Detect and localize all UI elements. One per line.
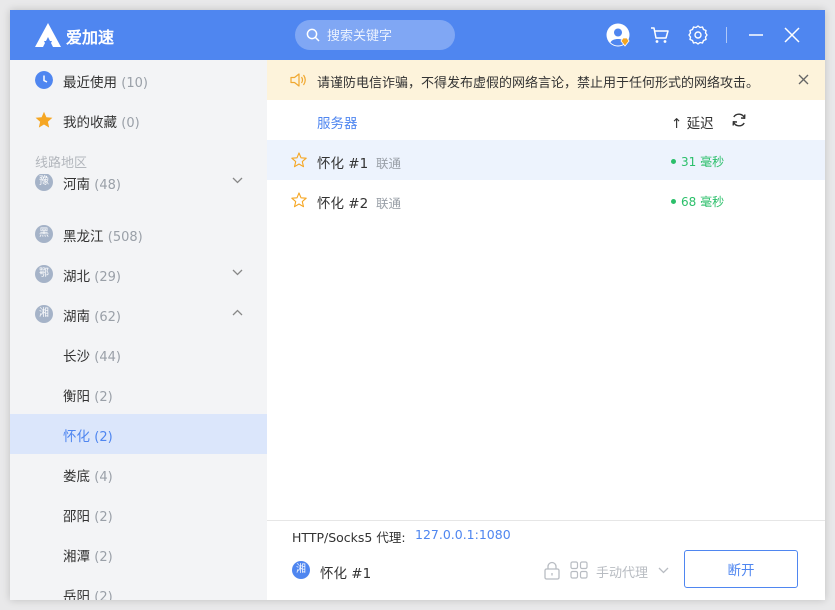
sidebar-item-heilongjiang[interactable]: 黑 黑龙江 (508) (10, 214, 267, 254)
close-icon[interactable] (780, 23, 804, 47)
cart-icon[interactable] (648, 23, 672, 47)
sidebar-item-yueyang[interactable]: 岳阳 (2) (10, 574, 267, 600)
sidebar-item-label: 我的收藏 (63, 115, 117, 131)
sidebar-item-label: 湖南 (63, 309, 90, 325)
current-region-badge: 湘 (292, 561, 310, 579)
sidebar-item-label: 黑龙江 (63, 229, 104, 245)
sidebar-item-count: (2) (94, 550, 113, 565)
sidebar-item-label: 邵阳 (63, 509, 90, 525)
latency-dot-icon (671, 159, 676, 164)
sidebar-item-shaoyang[interactable]: 邵阳 (2) (10, 494, 267, 534)
sidebar-item-label: 长沙 (63, 349, 90, 365)
sidebar-item-henan[interactable]: 豫 河南 (48) (10, 174, 267, 194)
server-name: 怀化 #1 (317, 156, 369, 172)
column-latency-sort[interactable]: ↑ 延迟 (671, 112, 714, 132)
clock-icon (35, 71, 53, 89)
disconnect-button[interactable]: 断开 (684, 550, 798, 588)
chevron-down-icon[interactable] (658, 567, 669, 574)
connection-footer: HTTP/Socks5 代理: 127.0.0.1:1080 湘 怀化 #1 手… (267, 520, 825, 600)
sidebar-item-label: 岳阳 (63, 589, 90, 600)
sidebar-item-changsha[interactable]: 长沙 (44) (10, 334, 267, 374)
server-name: 怀化 #2 (317, 196, 369, 212)
sidebar-item-count: (2) (94, 510, 113, 525)
search-input[interactable] (325, 26, 449, 46)
server-isp: 联通 (376, 196, 402, 211)
minimize-icon[interactable] (744, 23, 768, 47)
server-list-header: 服务器 ↑ 延迟 (267, 100, 825, 140)
user-avatar-icon[interactable] (606, 23, 630, 47)
sidebar-item-count: (48) (94, 178, 121, 193)
app-title: 爱加速 (66, 28, 115, 47)
refresh-icon[interactable] (731, 112, 747, 128)
chevron-up-icon (232, 309, 243, 316)
sidebar-item-count: (62) (94, 310, 121, 325)
sidebar-item-count: (29) (94, 270, 121, 285)
server-latency: 68 毫秒 (681, 195, 725, 209)
sidebar-item-favorites[interactable]: 我的收藏 (0) (10, 100, 267, 140)
app-window: 爱加速 搜索关键字 最近使用 (10) 我的收藏 (0) 线路地区 豫 河南 (… (10, 10, 825, 600)
section-title: 线路地区 (35, 156, 88, 171)
sidebar-item-count: (2) (94, 390, 113, 405)
sidebar-item-count: (0) (121, 116, 140, 131)
sidebar-item-count: (44) (94, 350, 121, 365)
column-server[interactable]: 服务器 (317, 112, 358, 132)
star-icon (35, 111, 53, 128)
title-bar: 爱加速 (10, 10, 825, 60)
proxy-label: HTTP/Socks5 代理: (292, 530, 406, 545)
sidebar-item-label: 娄底 (63, 469, 90, 485)
current-server-name: 怀化 #1 (320, 566, 372, 582)
sidebar-item-xiangtan[interactable]: 湘潭 (2) (10, 534, 267, 574)
chevron-down-icon (232, 269, 243, 276)
proxy-mode-select[interactable]: 手动代理 (596, 562, 648, 581)
server-latency: 31 毫秒 (681, 155, 725, 169)
sidebar-item-label: 湖北 (63, 269, 90, 285)
grid-icon (570, 561, 588, 579)
notice-banner: 请谨防电信诈骗，不得发布虚假的网络言论，禁止用于任何形式的网络攻击。 (267, 60, 825, 100)
proxy-address[interactable]: 127.0.0.1:1080 (415, 527, 511, 542)
favorite-star-icon[interactable] (291, 192, 307, 208)
sidebar-item-count: (508) (107, 230, 143, 245)
server-isp: 联通 (376, 156, 402, 171)
sidebar-item-label: 河南 (63, 177, 90, 193)
sidebar-item-loudi[interactable]: 娄底 (4) (10, 454, 267, 494)
app-logo-icon (35, 23, 61, 47)
sidebar-item-huaihua[interactable]: 怀化 (2) (10, 414, 267, 454)
region-badge: 豫 (35, 174, 53, 191)
server-row[interactable]: 怀化 #1 联通 31 毫秒 (267, 140, 825, 180)
sidebar: 最近使用 (10) 我的收藏 (0) 线路地区 豫 河南 (48) 黑 黑龙江 … (10, 60, 267, 600)
latency-dot-icon (671, 199, 676, 204)
favorite-star-icon[interactable] (291, 152, 307, 168)
server-row[interactable]: 怀化 #2 联通 68 毫秒 (267, 180, 825, 220)
chevron-down-icon (232, 177, 243, 184)
sidebar-item-label: 衡阳 (63, 389, 90, 405)
sidebar-item-count: (2) (94, 430, 113, 445)
sidebar-item-count: (10) (121, 76, 148, 91)
notice-text: 请谨防电信诈骗，不得发布虚假的网络言论，禁止用于任何形式的网络攻击。 (317, 76, 760, 91)
notice-close-icon[interactable] (798, 74, 809, 85)
sidebar-item-hunan[interactable]: 湘 湖南 (62) (10, 294, 267, 334)
sidebar-item-recent[interactable]: 最近使用 (10) (10, 60, 267, 100)
search-icon (306, 28, 320, 42)
region-badge: 湘 (35, 305, 53, 323)
title-bar-separator (726, 27, 727, 43)
sidebar-item-hubei[interactable]: 鄂 湖北 (29) (10, 254, 267, 294)
sidebar-item-label: 怀化 (63, 429, 90, 445)
region-badge: 鄂 (35, 265, 53, 283)
search-box[interactable] (295, 20, 455, 50)
region-badge: 黑 (35, 225, 53, 243)
gear-icon[interactable] (686, 23, 710, 47)
sidebar-item-label: 湘潭 (63, 549, 90, 565)
sidebar-item-count: (2) (94, 590, 113, 600)
sidebar-item-count: (4) (94, 470, 113, 485)
lock-icon[interactable] (543, 561, 561, 580)
sidebar-item-label: 最近使用 (63, 75, 117, 91)
sidebar-item-hengyang[interactable]: 衡阳 (2) (10, 374, 267, 414)
speaker-icon (290, 73, 306, 87)
